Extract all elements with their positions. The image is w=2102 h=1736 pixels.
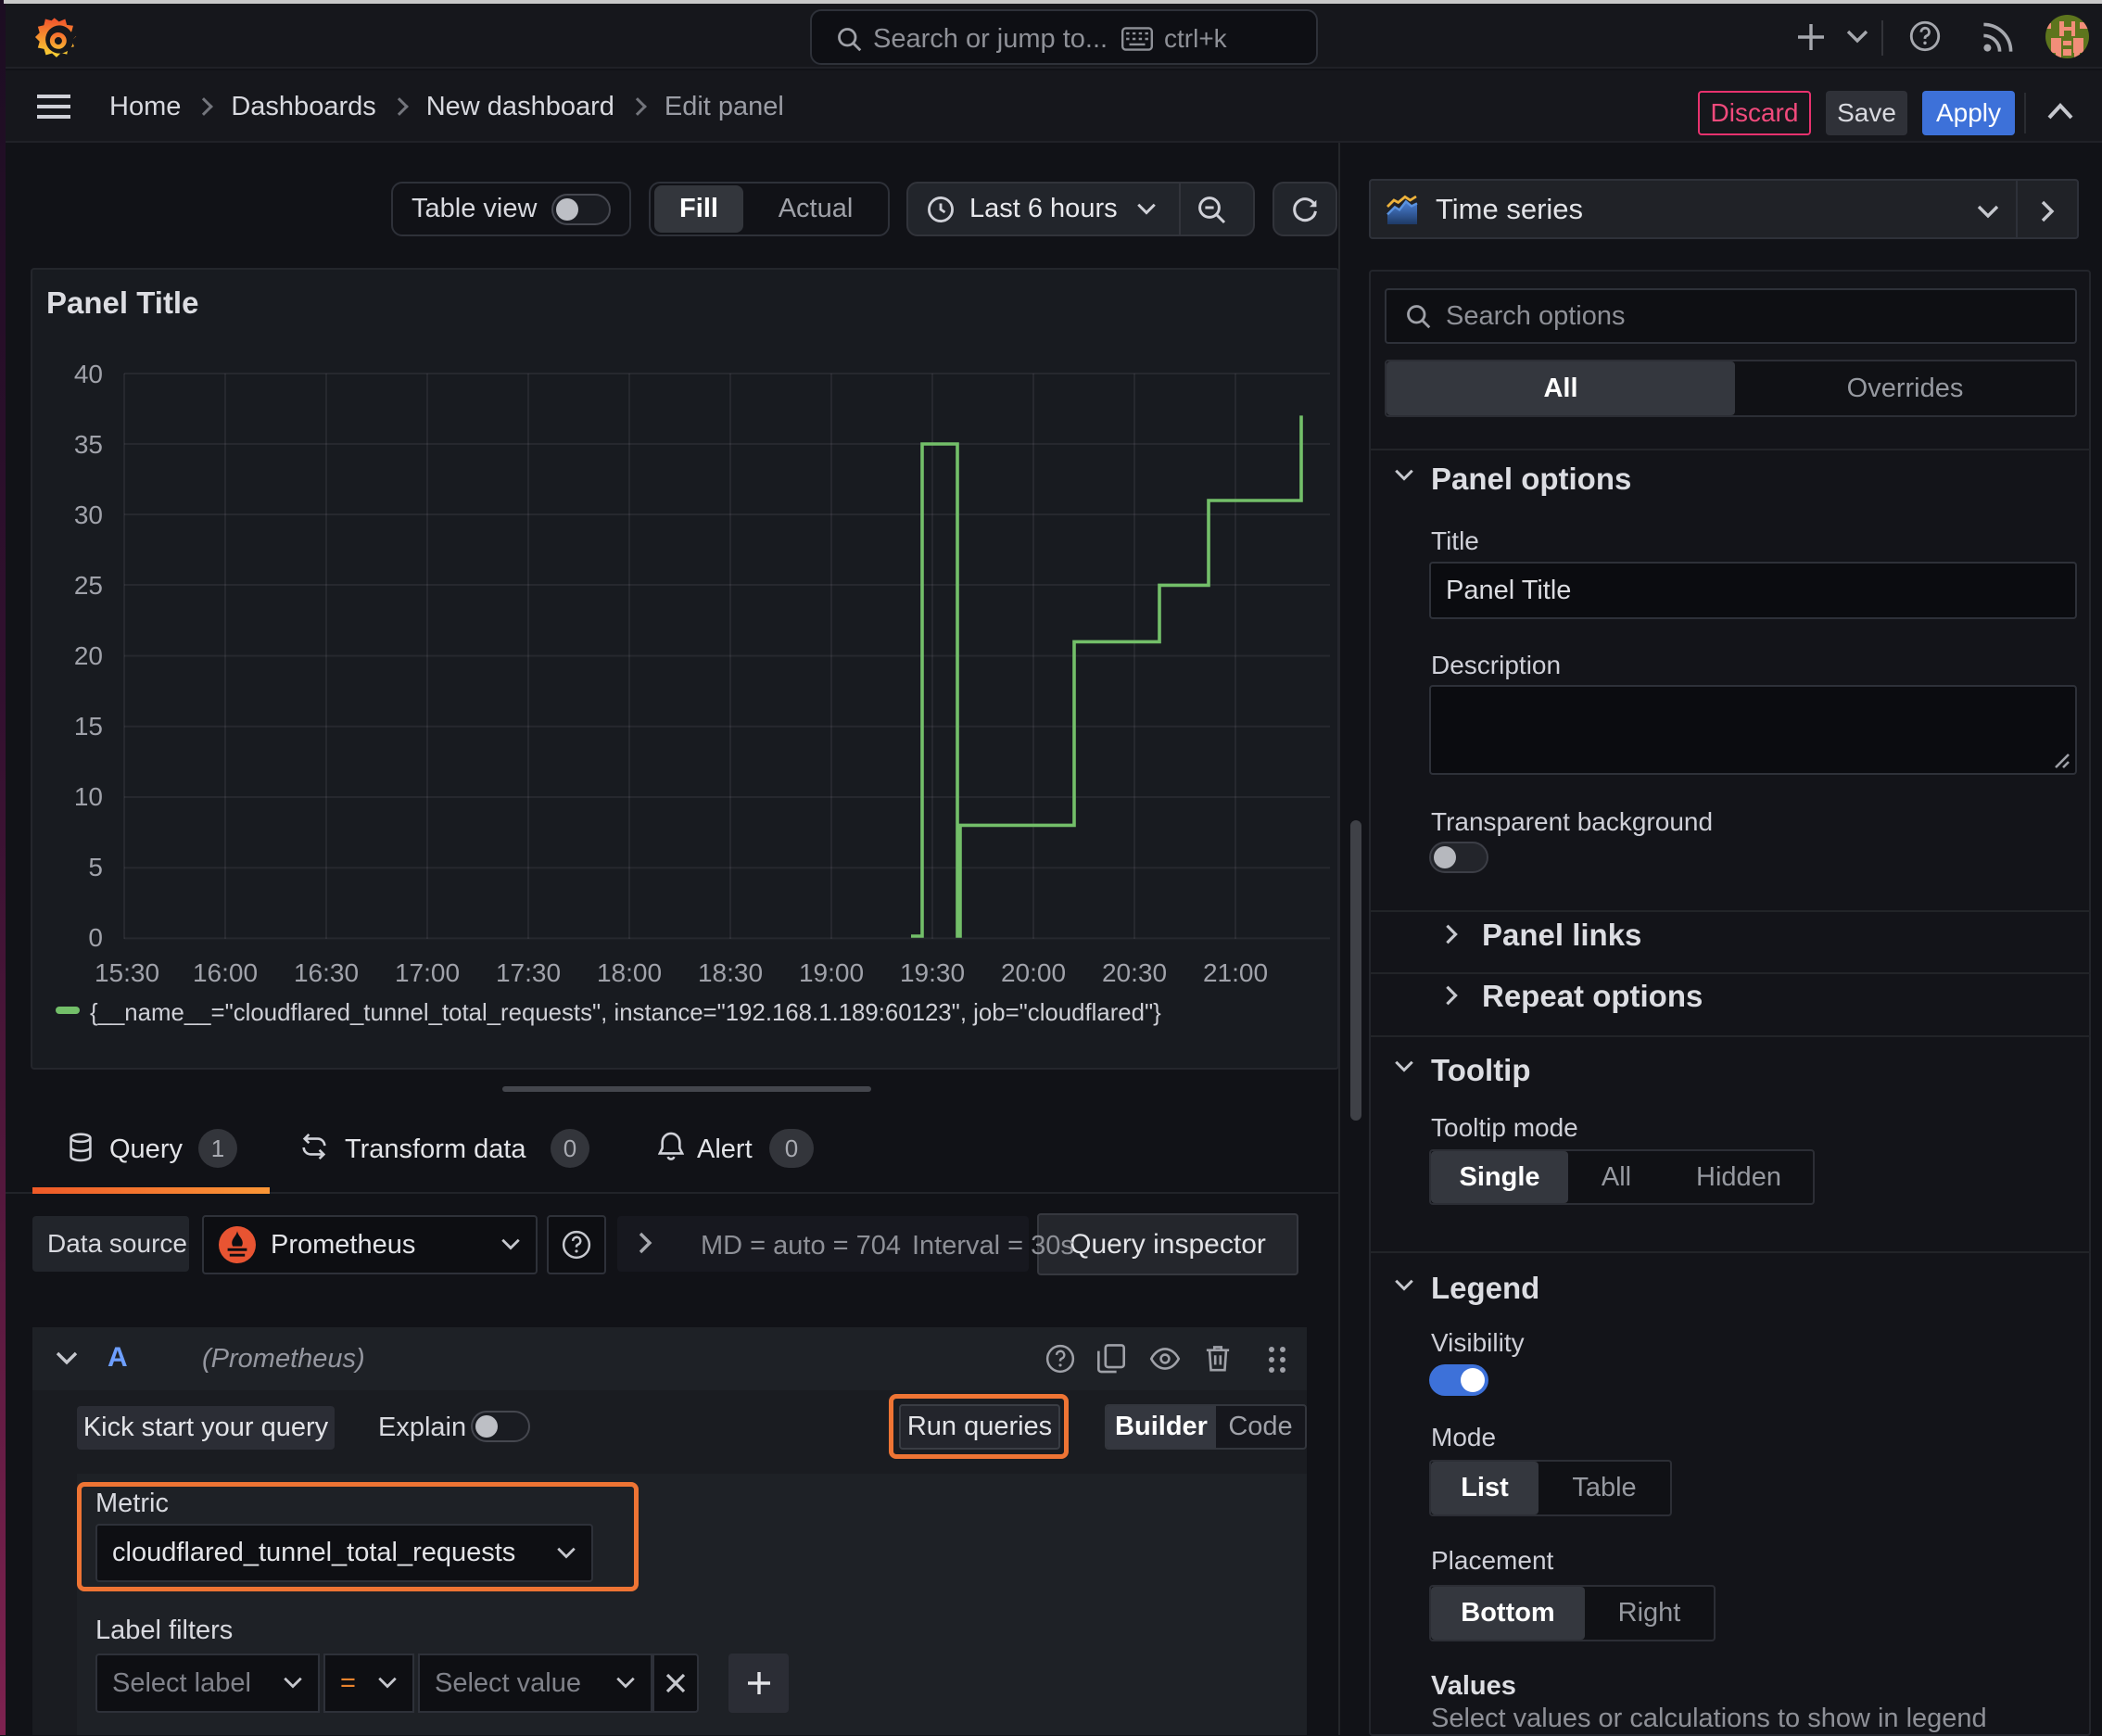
- svg-text:35: 35: [74, 430, 103, 459]
- svg-text:20:30: 20:30: [1102, 958, 1167, 987]
- svg-text:25: 25: [74, 571, 103, 600]
- svg-text:0: 0: [88, 923, 103, 952]
- svg-text:16:00: 16:00: [193, 958, 258, 987]
- svg-text:15:30: 15:30: [95, 958, 159, 987]
- svg-text:40: 40: [74, 360, 103, 388]
- svg-text:19:30: 19:30: [900, 958, 965, 987]
- svg-text:{__name__="cloudflared_tunnel_: {__name__="cloudflared_tunnel_total_requ…: [90, 1000, 1161, 1026]
- svg-text:15: 15: [74, 712, 103, 741]
- svg-text:19:00: 19:00: [799, 958, 864, 987]
- svg-text:16:30: 16:30: [294, 958, 359, 987]
- svg-text:30: 30: [74, 501, 103, 529]
- svg-text:21:00: 21:00: [1203, 958, 1268, 987]
- svg-text:18:30: 18:30: [698, 958, 763, 987]
- svg-text:20: 20: [74, 641, 103, 670]
- svg-text:18:00: 18:00: [597, 958, 662, 987]
- svg-text:5: 5: [88, 853, 103, 881]
- svg-text:17:30: 17:30: [496, 958, 561, 987]
- svg-text:20:00: 20:00: [1001, 958, 1066, 987]
- svg-text:17:00: 17:00: [395, 958, 460, 987]
- svg-text:10: 10: [74, 782, 103, 811]
